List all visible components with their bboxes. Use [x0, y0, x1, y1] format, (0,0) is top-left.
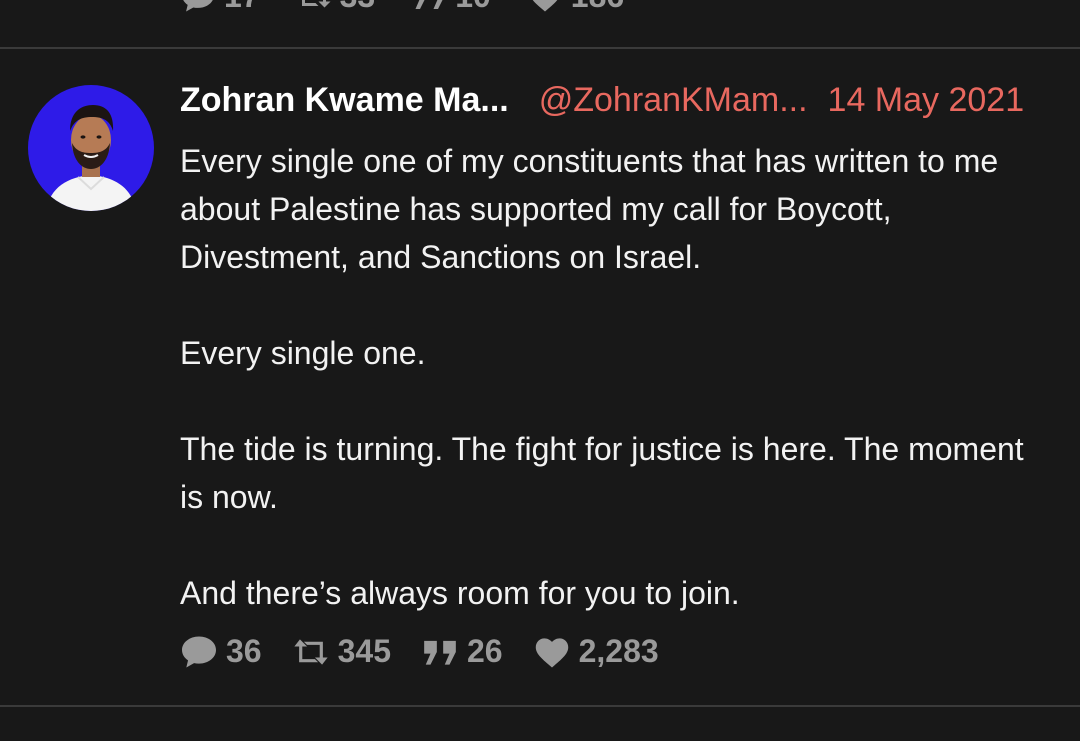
reply-button[interactable]: 36	[180, 633, 262, 670]
like-button[interactable]: 2,283	[533, 633, 659, 670]
heart-icon	[532, 0, 557, 12]
previous-quote-stat[interactable]: 10	[411, 0, 491, 15]
previous-tweet-stats: 17 33 10 186	[180, 0, 624, 15]
tweet-paragraph: Every single one of my constituents that…	[180, 143, 999, 275]
retweet-count: 345	[337, 633, 391, 669]
tweet-actions: 36 345 26 2,283	[180, 633, 659, 670]
tweet[interactable]: Zohran Kwame Ma... @ZohranKMam... 14 May…	[0, 49, 1080, 705]
heart-icon	[535, 637, 568, 667]
quote-icon	[415, 0, 443, 9]
tweet-paragraph: Every single one.	[180, 335, 426, 371]
previous-reply-stat[interactable]: 17	[180, 0, 260, 15]
profile-photo	[28, 85, 154, 211]
quote-button[interactable]: 26	[421, 633, 503, 670]
tweet-paragraph: The tide is turning. The fight for justi…	[180, 431, 1024, 515]
previous-retweet-count: 33	[340, 0, 376, 15]
tweet-date[interactable]: 14 May 2021	[828, 81, 1025, 120]
quote-icon	[424, 640, 456, 665]
retweet-button[interactable]: 345	[292, 633, 391, 670]
tweet-paragraph: And there’s always room for you to join.	[180, 575, 740, 611]
previous-like-stat[interactable]: 186	[527, 0, 624, 15]
tweet-text: Every single one of my constituents that…	[180, 137, 1040, 617]
like-count: 2,283	[578, 633, 659, 669]
display-name[interactable]: Zohran Kwame Ma...	[180, 81, 509, 120]
retweet-icon	[301, 0, 331, 7]
speech-bubble-icon	[182, 636, 216, 667]
retweet-icon	[293, 638, 328, 665]
avatar[interactable]	[28, 85, 154, 211]
divider	[0, 705, 1080, 707]
tweet-header: Zohran Kwame Ma... @ZohranKMam... 14 May…	[180, 81, 1060, 120]
previous-reply-count: 17	[224, 0, 260, 15]
previous-quote-count: 10	[455, 0, 491, 15]
reply-count: 36	[226, 633, 262, 669]
previous-retweet-stat[interactable]: 33	[296, 0, 376, 15]
quote-count: 26	[466, 633, 503, 669]
speech-bubble-icon	[183, 0, 213, 12]
previous-like-count: 186	[571, 0, 624, 15]
user-handle[interactable]: @ZohranKMam...	[539, 81, 808, 120]
